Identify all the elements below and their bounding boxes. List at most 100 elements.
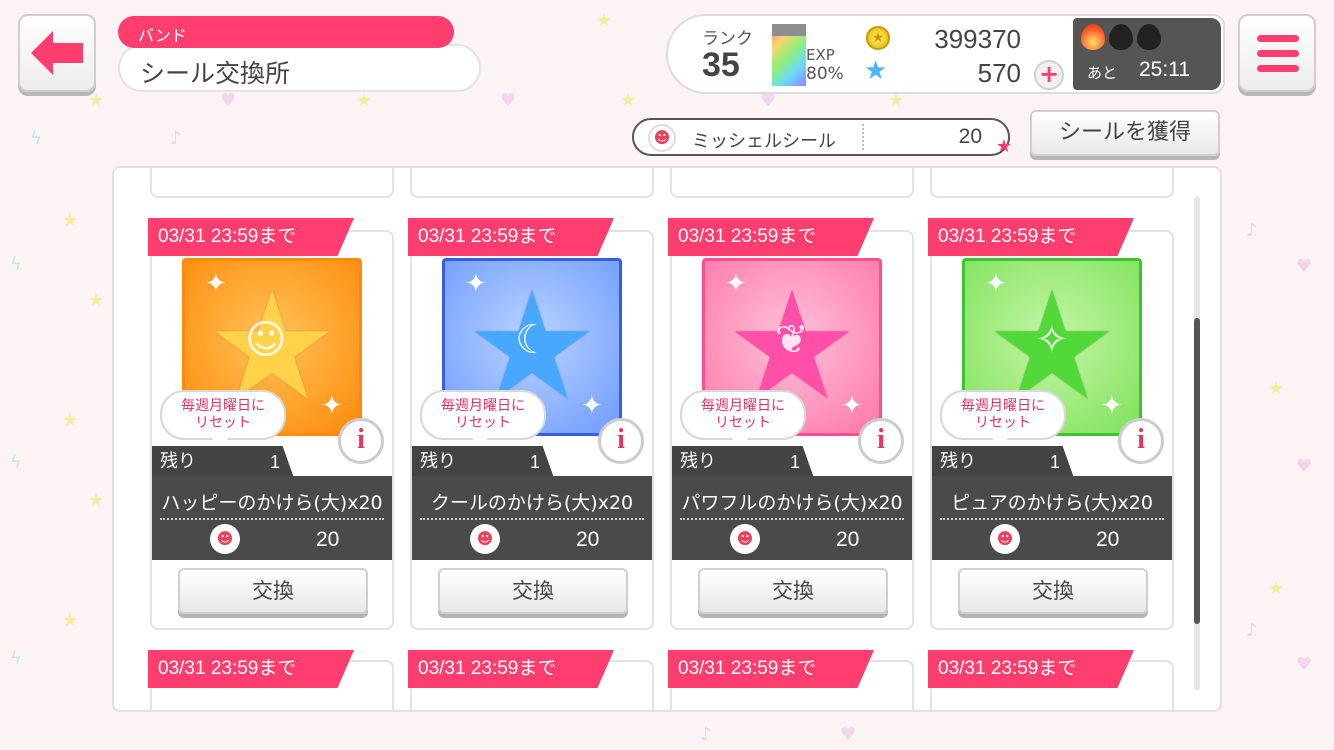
sparkle-icon: ✦ [465,269,487,299]
note-decoration-icon: ♪ [1246,620,1258,641]
exchange-button[interactable]: 交換 [958,568,1148,614]
live-boost-timer: 25:11 [1139,58,1190,81]
heart-decoration-icon: ♥ [1296,456,1313,477]
seal-count: 20 [958,125,982,148]
previous-card-stub [150,168,394,198]
star-decoration-icon: ★ [62,610,79,631]
next-exchange-card: 03/31 23:59まで [928,650,1174,710]
next-exchange-card: 03/31 23:59まで [148,650,394,710]
exchange-list-panel[interactable]: ★ ☺ ✦ ✦ 03/31 23:59まで 毎週月曜日に リセット i 残り 1… [112,166,1222,712]
info-button[interactable]: i [1118,418,1164,464]
divider [420,518,644,520]
exp-gauge [772,24,806,86]
michelle-seal-icon: ☻ [990,524,1020,554]
exchange-card: ★ ✧ ✦ ✦ 03/31 23:59まで 毎週月曜日に リセット i 残り 1… [928,218,1174,630]
star-decoration-icon: ★ [888,90,905,111]
remaining-tab: 残り 1 [412,446,554,478]
star-decoration-icon: ★ [88,90,105,111]
exchange-button[interactable]: 交換 [698,568,888,614]
sparkle-icon: ✦ [321,391,343,421]
sparkle-icon: ✦ [841,391,863,421]
heart-decoration-icon: ♥ [1296,654,1313,675]
michelle-seal-icon: ☻ [648,124,676,152]
remaining-label: 残り [680,451,716,472]
menu-button[interactable] [1238,14,1316,92]
heart-decoration-icon: ♥ [840,724,857,745]
star-icon: ★ [995,136,1012,157]
item-name: パワフルのかけら(大)x20 [681,492,903,514]
page-title-box: シール交換所 バンド [118,16,481,92]
info-button[interactable]: i [598,418,644,464]
note-decoration-icon: ♪ [700,724,712,745]
sparkle-icon: ✦ [581,391,603,421]
exp-percent: 80% [806,64,844,84]
menu-line-icon [1257,35,1299,42]
info-button[interactable]: i [858,418,904,464]
item-info: パワフルのかけら(大)x20 ☻ 20 [672,476,912,560]
divider [160,518,384,520]
remaining-label: 残り [420,451,456,472]
bolt-decoration-icon: ϟ [10,648,22,669]
star-decoration-icon: ★ [620,90,637,111]
remaining-count: 1 [530,452,541,472]
live-boost-box: あと 25:11 [1073,18,1221,90]
previous-card-stub [410,168,654,198]
sparkle-icon: ✦ [985,269,1007,299]
seal-counter: ☻ ミッシェルシール 20 ★ [632,118,1012,157]
michelle-seal-icon: ☻ [470,524,500,554]
remaining-tab: 残り 1 [672,446,814,478]
item-info: クールのかけら(大)x20 ☻ 20 [412,476,652,560]
exp-label: EXP [806,46,835,64]
page-category: バンド [118,16,454,48]
item-name: クールのかけら(大)x20 [430,492,634,514]
menu-line-icon [1257,65,1299,72]
sparkle-icon: ✦ [725,269,747,299]
divider [940,518,1164,520]
deadline-tag: 03/31 23:59まで [148,650,354,688]
item-name: ハッピーのかけら(大)x20 [161,492,383,514]
deadline-tag: 03/31 23:59まで [408,650,614,688]
previous-card-stub [670,168,914,198]
divider [680,518,904,520]
star-gem-icon: ★ [864,56,888,86]
deadline-tag: 03/31 23:59まで [668,650,874,688]
sparkle-icon: ✦ [205,269,227,299]
deadline-tag: 03/31 23:59まで [408,218,614,256]
exchange-button[interactable]: 交換 [438,568,628,614]
star-count: 570 [977,58,1021,88]
star-decoration-icon: ★ [356,90,373,111]
leaf-symbol-icon: ✧ [1035,317,1069,363]
star-decoration-icon: ★ [1268,378,1285,399]
remaining-count: 1 [270,452,281,472]
seal-name: ミッシェルシール [692,131,836,152]
item-cost: 20 [576,528,600,551]
flame-symbol-icon: ❦ [775,317,809,363]
item-cost: 20 [1096,528,1120,551]
star-decoration-icon: ★ [88,290,105,311]
star-decoration-icon: ★ [1268,578,1285,599]
buy-stars-button[interactable]: + [1034,60,1064,90]
item-info: ハッピーのかけら(大)x20 ☻ 20 [152,476,392,560]
exchange-card: ★ ☾ ✦ ✦ 03/31 23:59まで 毎週月曜日に リセット i 残り 1… [408,218,654,630]
exchange-button[interactable]: 交換 [178,568,368,614]
remaining-label: 残り [160,451,196,472]
deadline-tag: 03/31 23:59まで [928,650,1134,688]
exchange-card: ★ ☺ ✦ ✦ 03/31 23:59まで 毎週月曜日に リセット i 残り 1… [148,218,394,630]
heart-decoration-icon: ♥ [500,90,517,111]
note-decoration-icon: ♪ [1246,220,1258,241]
info-button[interactable]: i [338,418,384,464]
item-name: ピュアのかけら(大)x20 [951,492,1153,514]
previous-card-stub [930,168,1174,198]
get-seal-button[interactable]: シールを獲得 [1030,110,1220,156]
bolt-decoration-icon: ϟ [30,128,42,149]
reset-notice: 毎週月曜日に リセット [680,390,806,450]
menu-line-icon [1257,50,1299,57]
divider [862,124,864,150]
bolt-decoration-icon: ϟ [10,452,22,473]
remaining-tab: 残り 1 [152,446,294,478]
scrollbar-thumb[interactable] [1194,318,1200,624]
back-button[interactable] [18,14,96,92]
star-decoration-icon: ★ [88,490,105,511]
heart-decoration-icon: ♥ [220,90,237,111]
star-decoration-icon: ★ [62,410,79,431]
